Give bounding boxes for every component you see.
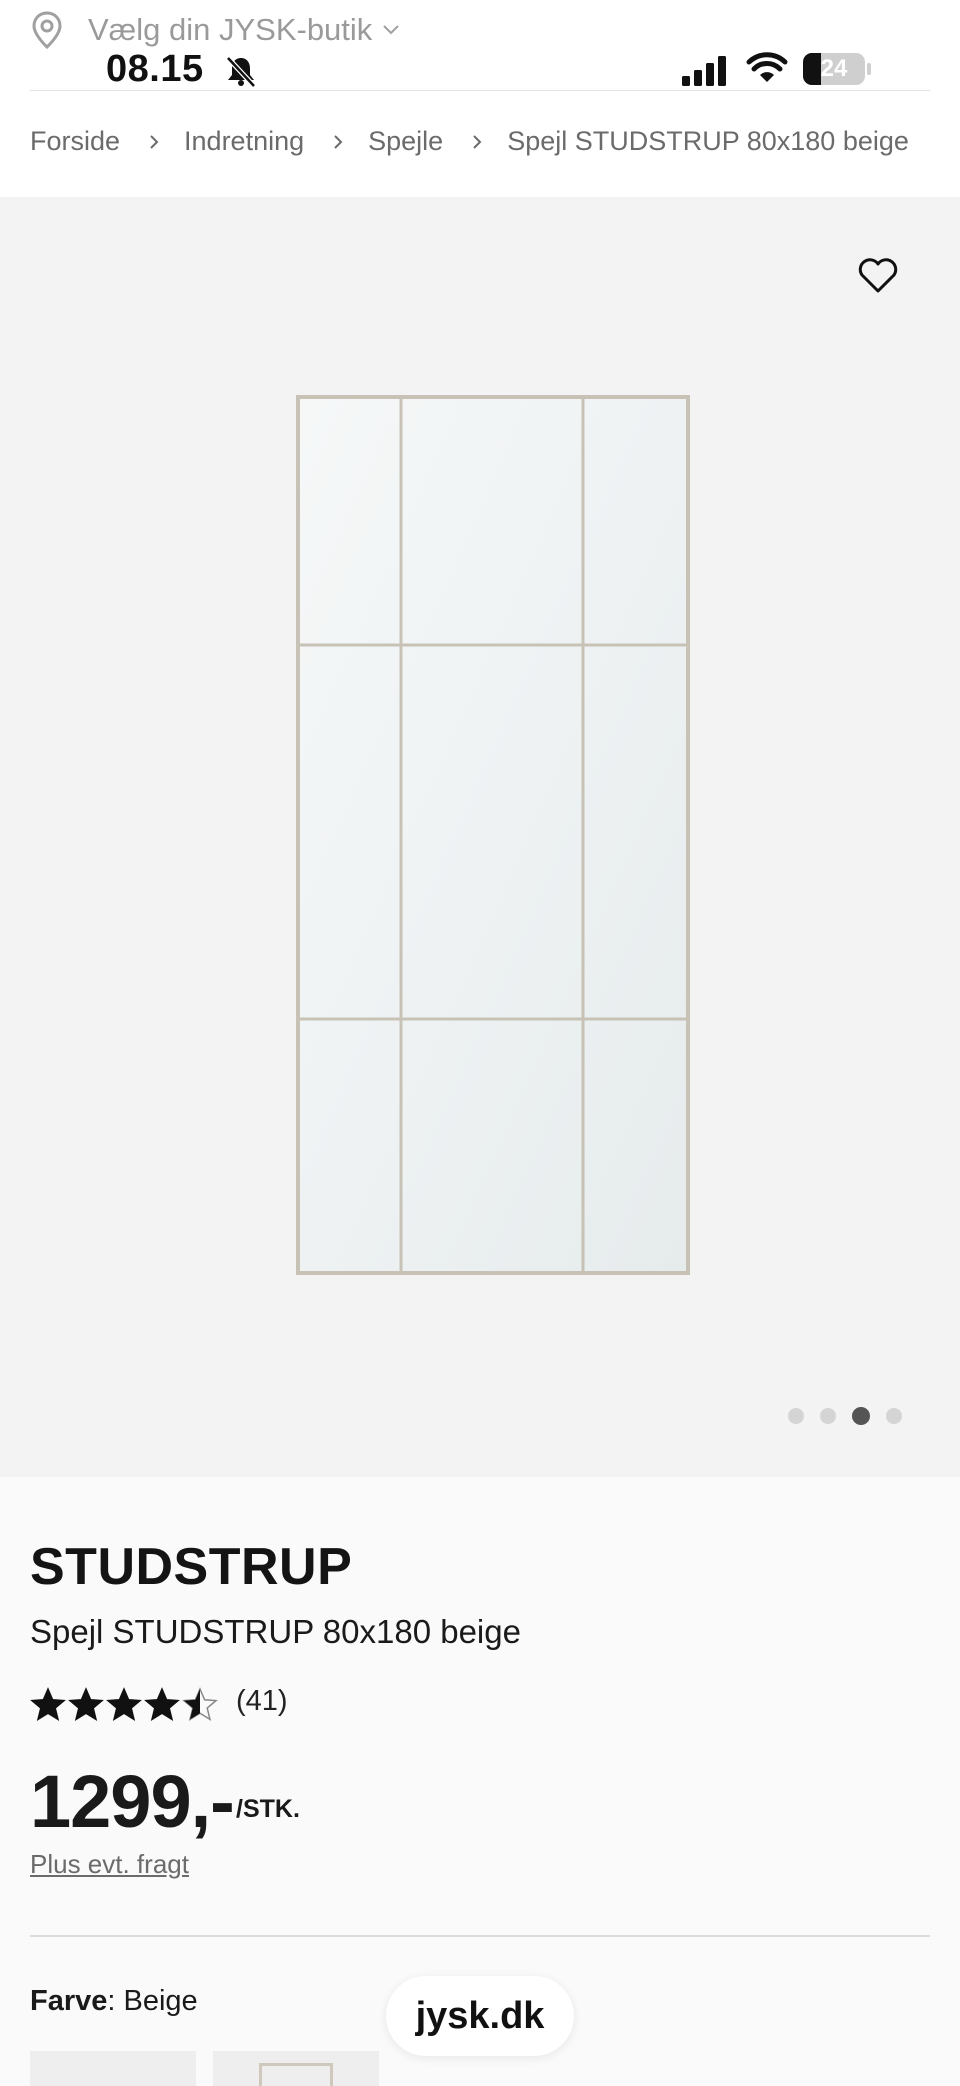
color-swatch[interactable] <box>30 2051 196 2086</box>
gallery-dot[interactable] <box>886 1408 902 1424</box>
breadcrumb-indretning[interactable]: Indretning <box>184 126 304 157</box>
product-brand: STUDSTRUP <box>30 1538 353 1596</box>
review-count[interactable]: (41) <box>236 1685 288 1718</box>
star-icon <box>30 1687 66 1722</box>
breadcrumb: Forside Indretning Spejle Spejl STUDSTRU… <box>30 126 909 157</box>
location-pin-icon <box>32 11 62 50</box>
breadcrumb-spejle[interactable]: Spejle <box>368 126 443 157</box>
product-name: Spejl STUDSTRUP 80x180 beige <box>30 1613 521 1650</box>
bell-muted-icon <box>226 56 256 88</box>
gallery-pagination[interactable] <box>788 1407 902 1425</box>
rating-stars[interactable] <box>30 1687 220 1723</box>
gallery-dot[interactable] <box>820 1408 836 1424</box>
star-icon <box>106 1687 142 1722</box>
breadcrumb-current: Spejl STUDSTRUP 80x180 beige <box>507 126 909 156</box>
star-icon <box>68 1687 104 1722</box>
price: 1299,- <box>30 1760 235 1843</box>
divider <box>30 90 930 91</box>
color-swatch[interactable] <box>213 2051 379 2086</box>
heart-icon[interactable] <box>856 255 900 295</box>
star-icon <box>182 1687 218 1722</box>
chevron-down-icon <box>383 25 400 35</box>
color-value: : Beige <box>107 1985 198 2017</box>
chevron-right-icon <box>473 134 482 149</box>
signal-icon <box>682 56 726 86</box>
site-url-pill[interactable]: jysk.dk <box>386 1976 574 2056</box>
battery-icon: 24 <box>802 52 872 86</box>
star-icon <box>144 1687 180 1722</box>
breadcrumb-home[interactable]: Forside <box>30 126 120 157</box>
divider <box>30 1935 930 1937</box>
clock: 08.15 <box>106 48 204 90</box>
product-image-gallery[interactable] <box>0 197 960 1477</box>
store-selector-label: Vælg din JYSK-butik <box>88 12 373 47</box>
gallery-dot[interactable] <box>788 1408 804 1424</box>
price-unit: /STK. <box>236 1795 300 1823</box>
color-selection: Farve: Beige <box>30 1985 198 2018</box>
status-bar: Vælg din JYSK-butik 08.15 24 <box>0 0 960 92</box>
gallery-dot[interactable] <box>852 1407 870 1425</box>
chevron-right-icon <box>150 134 159 149</box>
color-label: Farve <box>30 1985 108 2017</box>
swatch-image <box>259 2063 333 2086</box>
product-image <box>296 395 690 1275</box>
battery-level: 24 <box>820 55 848 82</box>
chevron-right-icon <box>334 134 343 149</box>
wifi-icon <box>746 52 788 82</box>
store-selector[interactable]: Vælg din JYSK-butik <box>30 8 400 52</box>
freight-link[interactable]: Plus evt. fragt <box>30 1849 189 1880</box>
